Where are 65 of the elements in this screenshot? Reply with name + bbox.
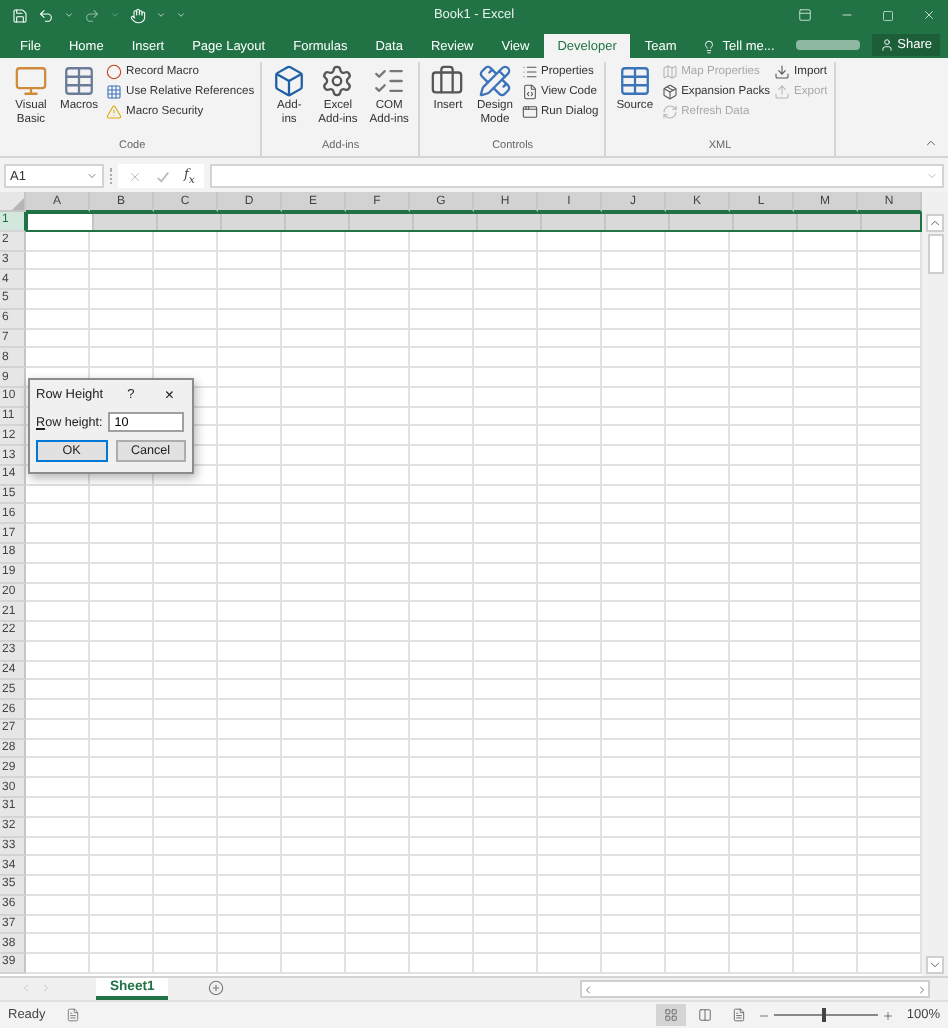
caret-icon <box>64 10 74 20</box>
ribbon-options-button[interactable] <box>798 8 812 22</box>
redo-icon <box>84 7 100 23</box>
customize-icon <box>176 10 186 20</box>
minimize-button[interactable] <box>840 8 854 22</box>
select-all-button[interactable] <box>0 192 26 212</box>
view-icon <box>664 1008 679 1022</box>
export-icon <box>774 84 791 100</box>
close-button[interactable]: × <box>164 385 174 403</box>
active-cell[interactable] <box>28 214 92 230</box>
caret-icon <box>86 170 98 182</box>
refresh-icon <box>661 104 678 120</box>
package-icon <box>661 84 678 100</box>
list-icon <box>521 64 537 80</box>
formula-input[interactable] <box>210 164 944 188</box>
scroll-up-button[interactable] <box>926 214 944 232</box>
undo-icon <box>38 7 54 23</box>
caret-icon <box>156 10 166 20</box>
gear-icon <box>320 64 355 98</box>
vertical-scrollbar[interactable] <box>922 192 948 976</box>
checklist-icon <box>372 64 407 98</box>
cube-icon <box>272 64 307 98</box>
scroll-thumb[interactable] <box>927 234 943 274</box>
view-icon <box>698 1008 713 1022</box>
ribbon-options-icon <box>798 8 812 22</box>
toolbox-icon <box>430 64 465 98</box>
zoom-thumb[interactable] <box>822 1008 827 1022</box>
maximize-button[interactable] <box>882 9 894 21</box>
view-icon <box>732 1008 747 1022</box>
horizontal-scrollbar[interactable] <box>580 980 930 998</box>
map-icon <box>661 64 678 80</box>
import-icon <box>774 64 791 80</box>
table-icon <box>617 64 652 98</box>
collapse-ribbon-button[interactable] <box>924 136 938 150</box>
window-icon <box>521 104 537 120</box>
view-button[interactable] <box>656 1004 687 1026</box>
relative-grid-icon <box>106 84 123 100</box>
scroll-down-button[interactable] <box>926 956 944 974</box>
touch-icon <box>130 7 146 23</box>
plus-circle-icon <box>208 980 225 996</box>
new-sheet-button[interactable] <box>208 980 225 996</box>
collapse-icon <box>924 136 938 150</box>
close-button[interactable] <box>922 8 936 22</box>
maximize-icon <box>882 9 894 21</box>
macros-icon <box>62 64 96 98</box>
minimize-icon <box>840 8 854 22</box>
macro-recording-icon <box>65 1008 80 1022</box>
code-window-icon <box>14 64 48 98</box>
save-icon <box>12 7 28 23</box>
blurred-account-name <box>795 40 860 50</box>
zoom-in-icon <box>882 1009 895 1021</box>
cancel-icon <box>128 169 142 183</box>
record-icon <box>106 64 123 80</box>
next-sheet-icon <box>40 982 52 994</box>
close-icon <box>922 8 936 22</box>
lightbulb-icon <box>702 39 717 53</box>
corner-triangle-icon <box>12 198 24 210</box>
ruler-pencil-icon <box>477 64 512 98</box>
expand-icon <box>926 170 938 182</box>
caret-icon <box>110 10 120 20</box>
person-icon <box>879 38 894 52</box>
zoom-out-icon <box>758 1009 771 1021</box>
check-icon <box>156 169 170 183</box>
warning-icon <box>106 104 123 120</box>
code-file-icon <box>521 84 537 100</box>
